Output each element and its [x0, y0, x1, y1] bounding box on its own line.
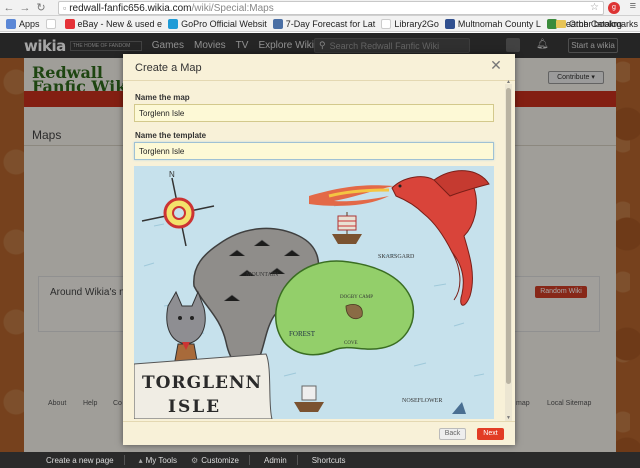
hand-drawn-map-illustration: N MOUNTAIN FOREST SKARSGARD DOGBY CAMP C…	[134, 166, 494, 419]
modal-scrollbar-thumb[interactable]	[506, 88, 511, 384]
bookmark-library2go[interactable]: Library2Go	[381, 18, 439, 29]
page-icon	[45, 18, 56, 29]
customize-link[interactable]: ⚙ Customize	[191, 456, 239, 465]
weather-icon	[272, 18, 283, 29]
wikia-bottom-toolbar: Create a new page ▴ My Tools ⚙ Customize A…	[0, 452, 640, 468]
divider	[296, 455, 298, 465]
bookmark-gopro[interactable]: GoPro Official Websit	[168, 18, 267, 29]
divider	[123, 455, 125, 465]
library-icon	[444, 18, 455, 29]
my-tools-menu[interactable]: ▴ My Tools	[139, 456, 177, 465]
map-name-input[interactable]	[134, 104, 494, 122]
extension-icon[interactable]: g	[608, 2, 620, 14]
admin-link[interactable]: Admin	[264, 456, 287, 465]
bookmark-apps[interactable]: Apps	[6, 18, 40, 29]
ebay-icon	[64, 18, 75, 29]
map-preview-image: N MOUNTAIN FOREST SKARSGARD DOGBY CAMP C…	[134, 166, 494, 419]
caret-up-icon: ▴	[138, 455, 143, 465]
map-label-forest: FOREST	[289, 330, 316, 338]
map-title-line1: TORGLENN	[142, 373, 262, 393]
map-label-coast: SKARSGARD	[378, 254, 415, 260]
browser-toolbar: ← → ↻ ▫ redwall-fanfic656.wikia.com /wik…	[0, 0, 640, 16]
apps-grid-icon	[6, 18, 16, 29]
bookmark-ebay[interactable]: eBay - New & used e	[64, 18, 162, 29]
page-info-icon[interactable]: ▫	[63, 3, 66, 13]
bookmarks-bar: Apps eBay - New & used e GoPro Official …	[0, 16, 640, 32]
bookmark-forecast[interactable]: 7-Day Forecast for Lat	[272, 18, 375, 29]
other-bookmarks[interactable]: Other bookmarks	[555, 16, 638, 31]
url-host: redwall-fanfic656.wikia.com	[69, 2, 192, 14]
back-arrow-icon[interactable]: ←	[2, 1, 16, 15]
map-label-south: NOSEFLOWER	[402, 398, 442, 404]
address-bar[interactable]: ▫ redwall-fanfic656.wikia.com /wiki/Spec…	[58, 1, 604, 15]
map-name-label: Name the map	[135, 93, 190, 102]
bookmark-star-icon[interactable]: ☆	[590, 2, 599, 13]
modal-header: Create a Map ✕	[123, 54, 515, 80]
modal-footer: Back Next	[123, 421, 515, 445]
browser-menu-icon[interactable]: ≡	[630, 0, 636, 12]
shortcuts-link[interactable]: Shortcuts	[312, 456, 346, 465]
bookmark-multnomah[interactable]: Multnomah County L	[444, 18, 541, 29]
compass-north-label: N	[169, 170, 175, 179]
url-path: /wiki/Special:Maps	[191, 2, 274, 14]
gopro-icon	[168, 18, 179, 29]
bookmark-item[interactable]	[45, 18, 59, 29]
forward-arrow-icon[interactable]: →	[18, 1, 32, 15]
divider	[123, 80, 515, 81]
template-name-label: Name the template	[135, 131, 207, 140]
folder-icon	[555, 20, 566, 28]
map-label-cove: COVE	[344, 341, 358, 346]
back-button[interactable]: Back	[439, 428, 466, 440]
map-label-camp: DOGBY CAMP	[340, 295, 373, 300]
scroll-up-arrow-icon[interactable]: ▲	[505, 80, 512, 85]
map-title-line2: ISLE	[168, 397, 221, 417]
template-name-input[interactable]	[134, 142, 494, 160]
divider	[249, 455, 251, 465]
next-button[interactable]: Next	[477, 428, 504, 440]
page-icon	[381, 18, 392, 29]
create-new-page-link[interactable]: Create a new page	[46, 456, 114, 465]
create-map-modal: Create a Map ✕ Name the map Name the tem…	[123, 54, 515, 445]
close-icon[interactable]: ✕	[489, 58, 503, 72]
gear-icon: ⚙	[191, 455, 199, 465]
map-label-mountain: MOUNTAIN	[246, 272, 279, 278]
reload-icon[interactable]: ↻	[34, 1, 48, 15]
modal-title: Create a Map	[135, 62, 202, 74]
